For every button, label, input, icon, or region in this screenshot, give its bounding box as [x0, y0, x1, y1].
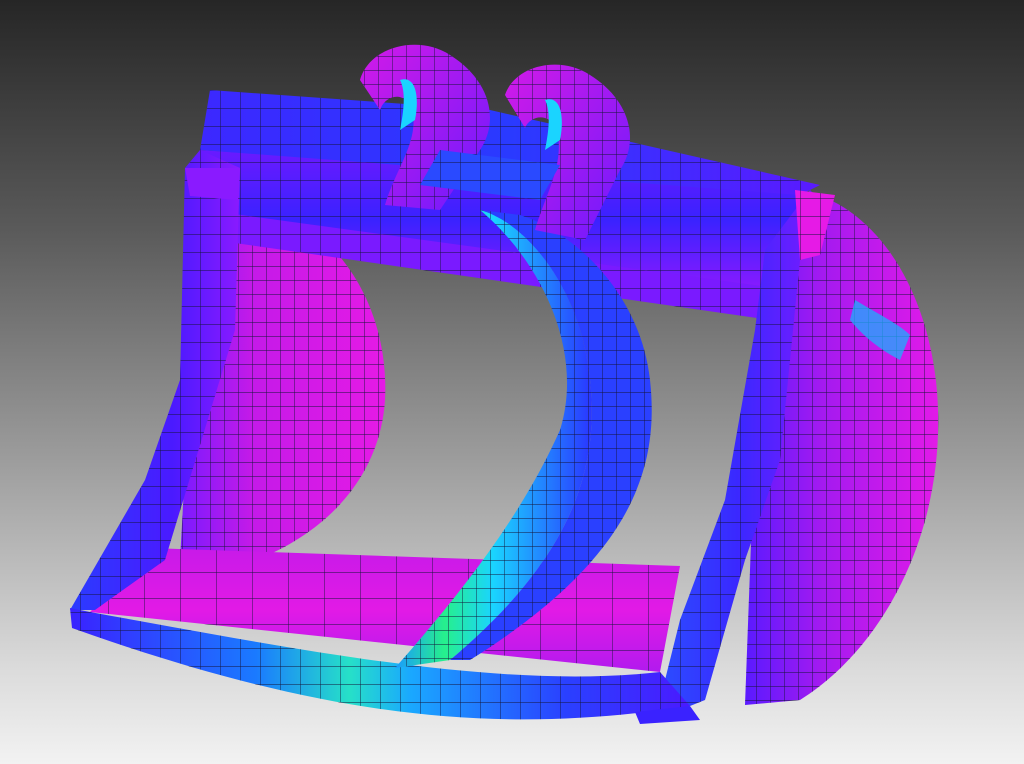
- graphics-viewport[interactable]: [0, 0, 1024, 764]
- fea-bucket-model[interactable]: [0, 0, 1024, 764]
